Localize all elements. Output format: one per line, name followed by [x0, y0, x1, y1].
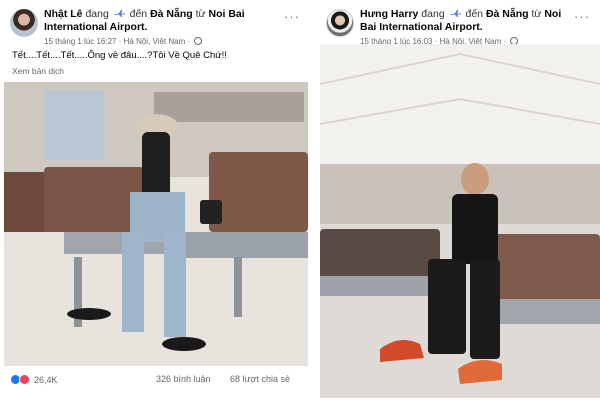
author-name[interactable]: Hưng Harry	[360, 8, 418, 20]
action-prefix: đến	[129, 8, 148, 20]
comments-count[interactable]: 326 bình luận	[156, 374, 211, 384]
more-options-icon[interactable]: ···	[574, 9, 590, 24]
post-card-right: Hưng Harry đang đến Đà Nẵng từ Noi Bai I…	[316, 0, 600, 400]
love-icon	[19, 374, 30, 385]
from-word: từ	[195, 8, 206, 20]
more-options-icon[interactable]: ···	[284, 9, 300, 24]
post-card-left: Nhật Lê đang đến Đà Nẵng từ Noi Bai Inte…	[0, 0, 310, 400]
timestamp[interactable]: 15 tháng 1 lúc 16:27 · Hà Nội, Việt Nam …	[44, 37, 190, 46]
activity-verb: đang	[85, 8, 109, 20]
globe-icon	[194, 37, 203, 45]
airplane-icon	[113, 9, 125, 18]
from-word: từ	[531, 8, 542, 20]
post-photo[interactable]	[4, 82, 308, 366]
activity-verb: đang	[421, 8, 445, 20]
avatar[interactable]	[326, 9, 354, 37]
post-headline: Hưng Harry đang đến Đà Nẵng từ Noi Bai I…	[360, 8, 572, 34]
post-photo[interactable]	[320, 44, 600, 398]
airport-photo-woman	[4, 82, 308, 366]
see-translation-link[interactable]: Xem bản dịch	[12, 66, 64, 76]
avatar[interactable]	[10, 9, 38, 37]
post-header: Hưng Harry đang đến Đà Nẵng từ Noi Bai I…	[322, 8, 594, 46]
post-header: Nhật Lê đang đến Đà Nẵng từ Noi Bai Inte…	[6, 8, 304, 46]
author-name[interactable]: Nhật Lê	[44, 8, 83, 20]
post-text: Tết....Tết....Tết.....Ông về đâu....?Tôi…	[12, 50, 227, 61]
destination-link[interactable]: Đà Nẵng	[150, 8, 193, 20]
post-headline: Nhật Lê đang đến Đà Nẵng từ Noi Bai Inte…	[44, 8, 282, 34]
airport-photo-man	[320, 44, 600, 398]
action-prefix: đến	[465, 8, 484, 20]
post-meta: 15 tháng 1 lúc 16:27 · Hà Nội, Việt Nam …	[44, 37, 203, 46]
reactions[interactable]: 26,4K	[10, 374, 58, 385]
airplane-icon	[449, 9, 461, 18]
shares-count[interactable]: 68 lượt chia sẻ	[230, 374, 290, 384]
destination-link[interactable]: Đà Nẵng	[486, 8, 529, 20]
reaction-count: 26,4K	[34, 374, 58, 385]
post-footer: 26,4K 326 bình luận 68 lượt chia sẻ	[10, 374, 304, 388]
